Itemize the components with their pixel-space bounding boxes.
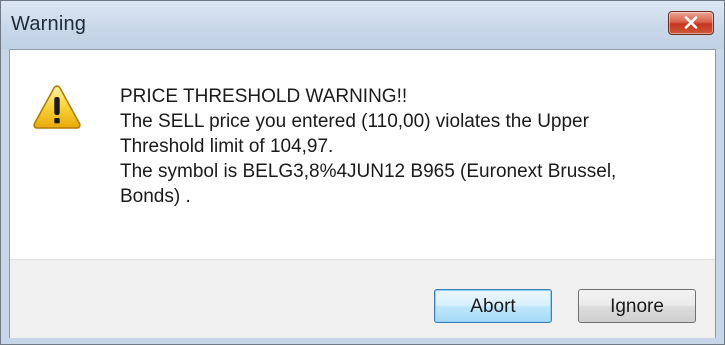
window-title: Warning: [11, 13, 87, 35]
message-line-4: The symbol is BELG3,8%4JUN12 B965 (Euron…: [120, 161, 617, 182]
window-frame-left: [1, 49, 9, 344]
warning-dialog: Warning PRICE THRESHOLD WARNING!! The SE…: [0, 0, 725, 345]
warning-icon: [33, 85, 81, 129]
ignore-button[interactable]: Ignore: [578, 289, 696, 323]
message-line-2: The SELL price you entered (110,00) viol…: [120, 111, 589, 132]
abort-button[interactable]: Abort: [434, 289, 552, 323]
dialog-client-area: PRICE THRESHOLD WARNING!! The SELL price…: [9, 49, 716, 338]
warning-message: PRICE THRESHOLD WARNING!! The SELL price…: [120, 84, 710, 209]
close-icon: [684, 16, 698, 29]
window-frame-bottom: [1, 338, 724, 344]
message-line-5: Bonds) .: [120, 186, 191, 207]
title-bar[interactable]: Warning: [1, 1, 724, 49]
message-line-1: PRICE THRESHOLD WARNING!!: [120, 86, 408, 107]
message-area: PRICE THRESHOLD WARNING!! The SELL price…: [10, 50, 715, 259]
message-line-3: Threshold limit of 104,97.: [120, 136, 334, 157]
close-button[interactable]: [668, 11, 714, 35]
button-bar: Abort Ignore: [10, 259, 715, 338]
window-frame-right: [716, 49, 724, 344]
